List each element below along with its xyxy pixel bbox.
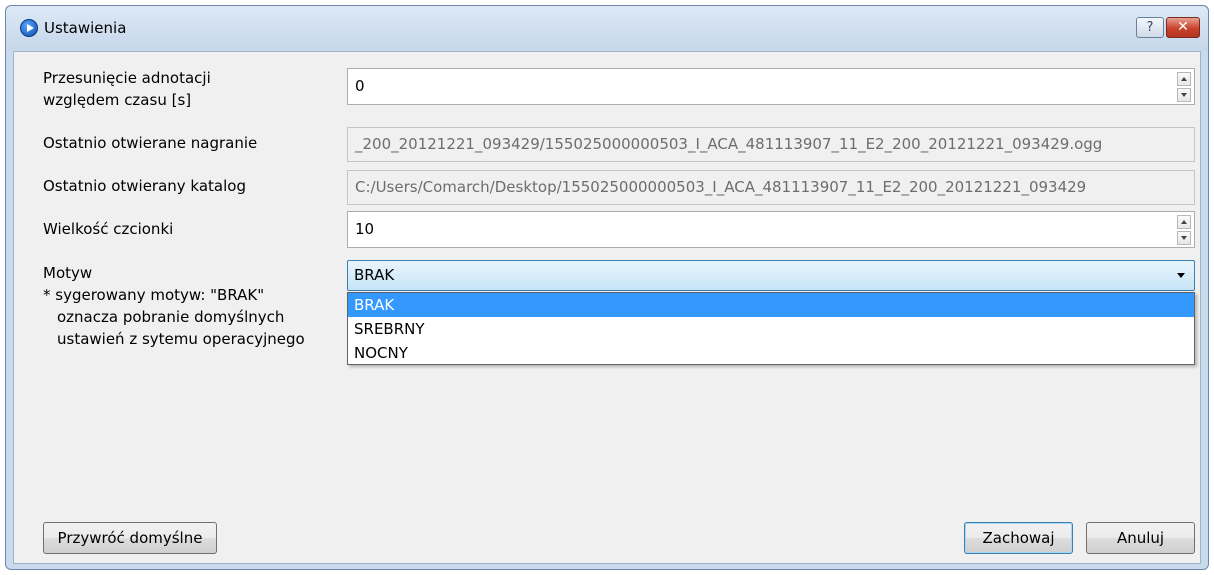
last-directory-label: Ostatnio otwierany katalog (43, 177, 246, 195)
theme-dropdown-list: BRAK SREBRNY NOCNY (347, 292, 1195, 365)
offset-label-line2: względem czasu [s] (43, 91, 192, 109)
offset-spin-buttons[interactable] (1177, 72, 1191, 102)
font-size-value: 10 (355, 220, 375, 238)
theme-option-brak[interactable]: BRAK (348, 293, 1194, 317)
theme-option-srebrny[interactable]: SREBRNY (348, 317, 1194, 341)
app-play-icon (20, 19, 38, 37)
restore-defaults-button[interactable]: Przywróć domyślne (43, 522, 217, 554)
window-title: Ustawienia (44, 19, 127, 37)
last-recording-label: Ostatnio otwierane nagranie (43, 134, 258, 152)
save-button[interactable]: Zachowaj (964, 522, 1073, 554)
offset-value: 0 (355, 77, 365, 95)
settings-dialog: Ustawienia ? ✕ Przesunięcie adnotacji wz… (5, 5, 1209, 570)
close-button[interactable]: ✕ (1166, 17, 1200, 38)
offset-spinbox[interactable]: 0 (347, 68, 1195, 105)
cancel-button[interactable]: Anuluj (1086, 522, 1195, 554)
title-bar[interactable]: Ustawienia ? ✕ (6, 6, 1208, 50)
theme-note-line1: * sygerowany motyw: "BRAK" (43, 286, 265, 304)
last-directory-field[interactable]: C:/Users/Comarch/Desktop/155025000000503… (347, 170, 1195, 205)
last-recording-field[interactable]: _200_20121221_093429/155025000000503_I_A… (347, 127, 1195, 162)
spin-down-icon[interactable] (1177, 231, 1191, 245)
theme-note-line3: ustawień z sytemu operacyjnego (57, 330, 305, 348)
chevron-down-icon[interactable] (1177, 273, 1185, 278)
font-size-label: Wielkość czcionki (43, 220, 174, 238)
theme-option-nocny[interactable]: NOCNY (348, 341, 1194, 365)
theme-selected-value: BRAK (354, 266, 395, 284)
theme-note-line2: oznacza pobranie domyślnych (57, 308, 285, 326)
theme-combobox[interactable]: BRAK (347, 260, 1195, 291)
dialog-body: Przesunięcie adnotacji względem czasu [s… (13, 51, 1201, 564)
spin-down-icon[interactable] (1177, 88, 1191, 102)
offset-label-line1: Przesunięcie adnotacji (43, 69, 211, 87)
help-button[interactable]: ? (1136, 17, 1164, 38)
spin-up-icon[interactable] (1177, 72, 1191, 86)
theme-label: Motyw (43, 264, 93, 282)
spin-up-icon[interactable] (1177, 215, 1191, 229)
font-size-spin-buttons[interactable] (1177, 215, 1191, 245)
font-size-spinbox[interactable]: 10 (347, 211, 1195, 248)
